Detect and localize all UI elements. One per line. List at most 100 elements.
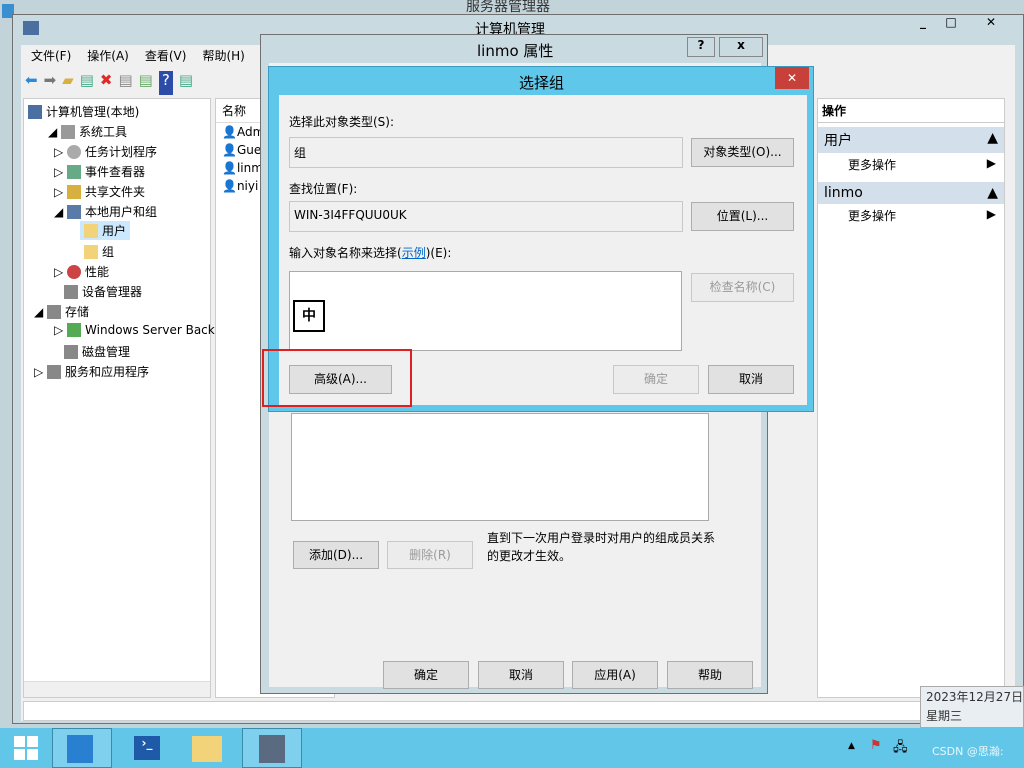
help-icon[interactable]: ?: [158, 71, 173, 95]
tree-system-tools[interactable]: ◢ 系统工具: [48, 123, 127, 140]
menu-bar: 文件(F) 操作(A) 查看(V) 帮助(H): [21, 47, 245, 67]
action-more-1[interactable]: 更多操作 ▶: [818, 153, 1004, 176]
folder-icon: [84, 245, 98, 259]
menu-file[interactable]: 文件(F): [31, 47, 71, 67]
minimize-button[interactable]: _: [909, 15, 937, 35]
actions-header: 操作: [818, 99, 1004, 123]
actions-section-users[interactable]: 用户 ▲: [818, 127, 1004, 153]
tree-task-scheduler[interactable]: ▷ 任务计划程序: [54, 143, 157, 160]
export-icon[interactable]: ▤: [139, 71, 153, 95]
tree-shared-folders[interactable]: ▷ 共享文件夹: [54, 183, 145, 200]
tree-performance[interactable]: ▷ 性能: [54, 263, 109, 280]
action-center-icon[interactable]: ⚑: [870, 738, 882, 753]
tree-groups[interactable]: 组: [84, 243, 114, 260]
powershell-icon: ›_: [134, 736, 160, 760]
taskbar-explorer[interactable]: [180, 728, 236, 768]
membership-note: 直到下一次用户登录时对用户的组成员关系的更改才生效。: [487, 531, 716, 563]
object-names-input[interactable]: 中: [289, 271, 682, 351]
storage-icon: [47, 305, 62, 319]
select-cancel-button[interactable]: 取消: [708, 365, 794, 394]
actions-section-linmo[interactable]: linmo ▲: [818, 182, 1004, 204]
taskbar-computer-management[interactable]: [242, 728, 302, 768]
computer-icon: [28, 105, 42, 119]
locations-button[interactable]: 位置(L)...: [691, 202, 794, 231]
dialog-close-button[interactable]: x: [719, 37, 763, 57]
performance-icon: [67, 265, 82, 279]
tree-device-manager[interactable]: 设备管理器: [64, 283, 142, 300]
location-field: WIN-3I4FFQUU0UK: [289, 201, 683, 232]
enter-names-label: 输入对象名称来选择(示例)(E):: [289, 246, 452, 260]
taskbar-server-manager[interactable]: [52, 728, 112, 768]
actions-pane: 操作 用户 ▲ 更多操作 ▶ linmo ▲ 更多操作 ▶: [817, 98, 1005, 698]
object-type-label: 选择此对象类型(S):: [289, 115, 395, 129]
server-manager-icon: [67, 735, 93, 763]
event-viewer-icon: [67, 165, 82, 179]
backup-icon: [67, 323, 82, 337]
ok-button[interactable]: 确定: [383, 661, 469, 689]
tree-services[interactable]: ▷ 服务和应用程序: [34, 363, 149, 380]
properties-icon[interactable]: ▤: [118, 71, 132, 95]
navigation-tree: 计算机管理(本地) ◢ 系统工具 ▷ 任务计划程序 ▷ 事件查看器 ▷ 共享文件…: [23, 98, 215, 698]
menu-help[interactable]: 帮助(H): [202, 47, 244, 67]
maximize-button[interactable]: □: [937, 15, 965, 35]
folder-icon: [192, 736, 222, 762]
tree-users[interactable]: 用户: [80, 221, 131, 240]
services-icon: [47, 365, 62, 379]
network-icon[interactable]: 🖧: [893, 738, 908, 760]
select-ok-button: 确定: [613, 365, 699, 394]
delete-icon[interactable]: ✖: [100, 71, 113, 95]
windows-icon: [14, 736, 38, 760]
menu-action[interactable]: 操作(A): [87, 47, 129, 67]
taskbar: ›_ ▲ ⚑ 🖧 CSDN @思瀚:: [0, 728, 1024, 768]
watermark: CSDN @思瀚:: [932, 745, 1004, 758]
menu-view[interactable]: 查看(V): [145, 47, 187, 67]
users-icon: [67, 205, 82, 219]
add-button[interactable]: 添加(D)...: [293, 541, 379, 569]
help-bottom-button[interactable]: 帮助: [667, 661, 753, 689]
clock-popup: 2023年12月27日 星期三: [920, 686, 1024, 728]
close-button[interactable]: ✕: [965, 15, 1017, 35]
status-bar: [23, 701, 923, 721]
show-hidden-icons[interactable]: ▲: [848, 741, 855, 751]
ime-indicator: 中: [293, 300, 325, 332]
device-manager-icon: [64, 285, 78, 299]
select-group-close-button[interactable]: ✕: [775, 67, 809, 89]
tree-storage[interactable]: ◢ 存储: [34, 303, 89, 320]
show-tree-icon[interactable]: ▤: [80, 71, 94, 95]
apply-button[interactable]: 应用(A): [572, 661, 658, 689]
tree-wsb[interactable]: ▷ Windows Server Back: [54, 323, 215, 337]
cancel-button[interactable]: 取消: [478, 661, 564, 689]
check-names-button: 检查名称(C): [691, 273, 794, 302]
date-text: 2023年12月27日: [926, 690, 1024, 704]
tools-icon: [61, 125, 76, 139]
advanced-button[interactable]: 高级(A)...: [289, 365, 392, 394]
action-more-2[interactable]: 更多操作 ▶: [818, 204, 1004, 227]
tree-root[interactable]: 计算机管理(本地): [28, 103, 139, 120]
taskbar-powershell[interactable]: ›_: [120, 728, 176, 768]
computer-management-icon: [259, 735, 285, 763]
examples-link[interactable]: 示例: [402, 246, 426, 260]
back-icon[interactable]: ⬅: [25, 71, 38, 95]
help-button[interactable]: ?: [687, 37, 715, 57]
forward-icon[interactable]: ➡: [44, 71, 57, 95]
tree-disk-management[interactable]: 磁盘管理: [64, 343, 130, 360]
action-pane-icon[interactable]: ▤: [179, 71, 193, 95]
shared-folder-icon: [67, 185, 82, 199]
select-group-dialog: 选择组 ✕ 选择此对象类型(S): 组 对象类型(O)... 查找位置(F): …: [262, 66, 814, 412]
dialog-title: linmo 属性: [477, 42, 554, 60]
object-type-field: 组: [289, 137, 683, 168]
tree-local-users[interactable]: ◢ 本地用户和组: [54, 203, 157, 220]
tree-horizontal-scrollbar[interactable]: [24, 681, 210, 697]
up-folder-icon[interactable]: ▰: [62, 71, 74, 95]
start-button[interactable]: [0, 728, 52, 768]
tree-event-viewer[interactable]: ▷ 事件查看器: [54, 163, 145, 180]
select-group-title: 选择组: [519, 74, 565, 92]
object-types-button[interactable]: 对象类型(O)...: [691, 138, 794, 167]
weekday-text: 星期三: [926, 709, 963, 723]
folder-icon: [84, 224, 98, 238]
app-icon: [23, 21, 39, 35]
member-of-list[interactable]: [291, 413, 709, 521]
disk-icon: [64, 345, 78, 359]
toolbar: ⬅ ➡ ▰ ▤ ✖ ▤ ▤ ? ▤: [25, 71, 193, 95]
remove-button: 删除(R): [387, 541, 473, 569]
